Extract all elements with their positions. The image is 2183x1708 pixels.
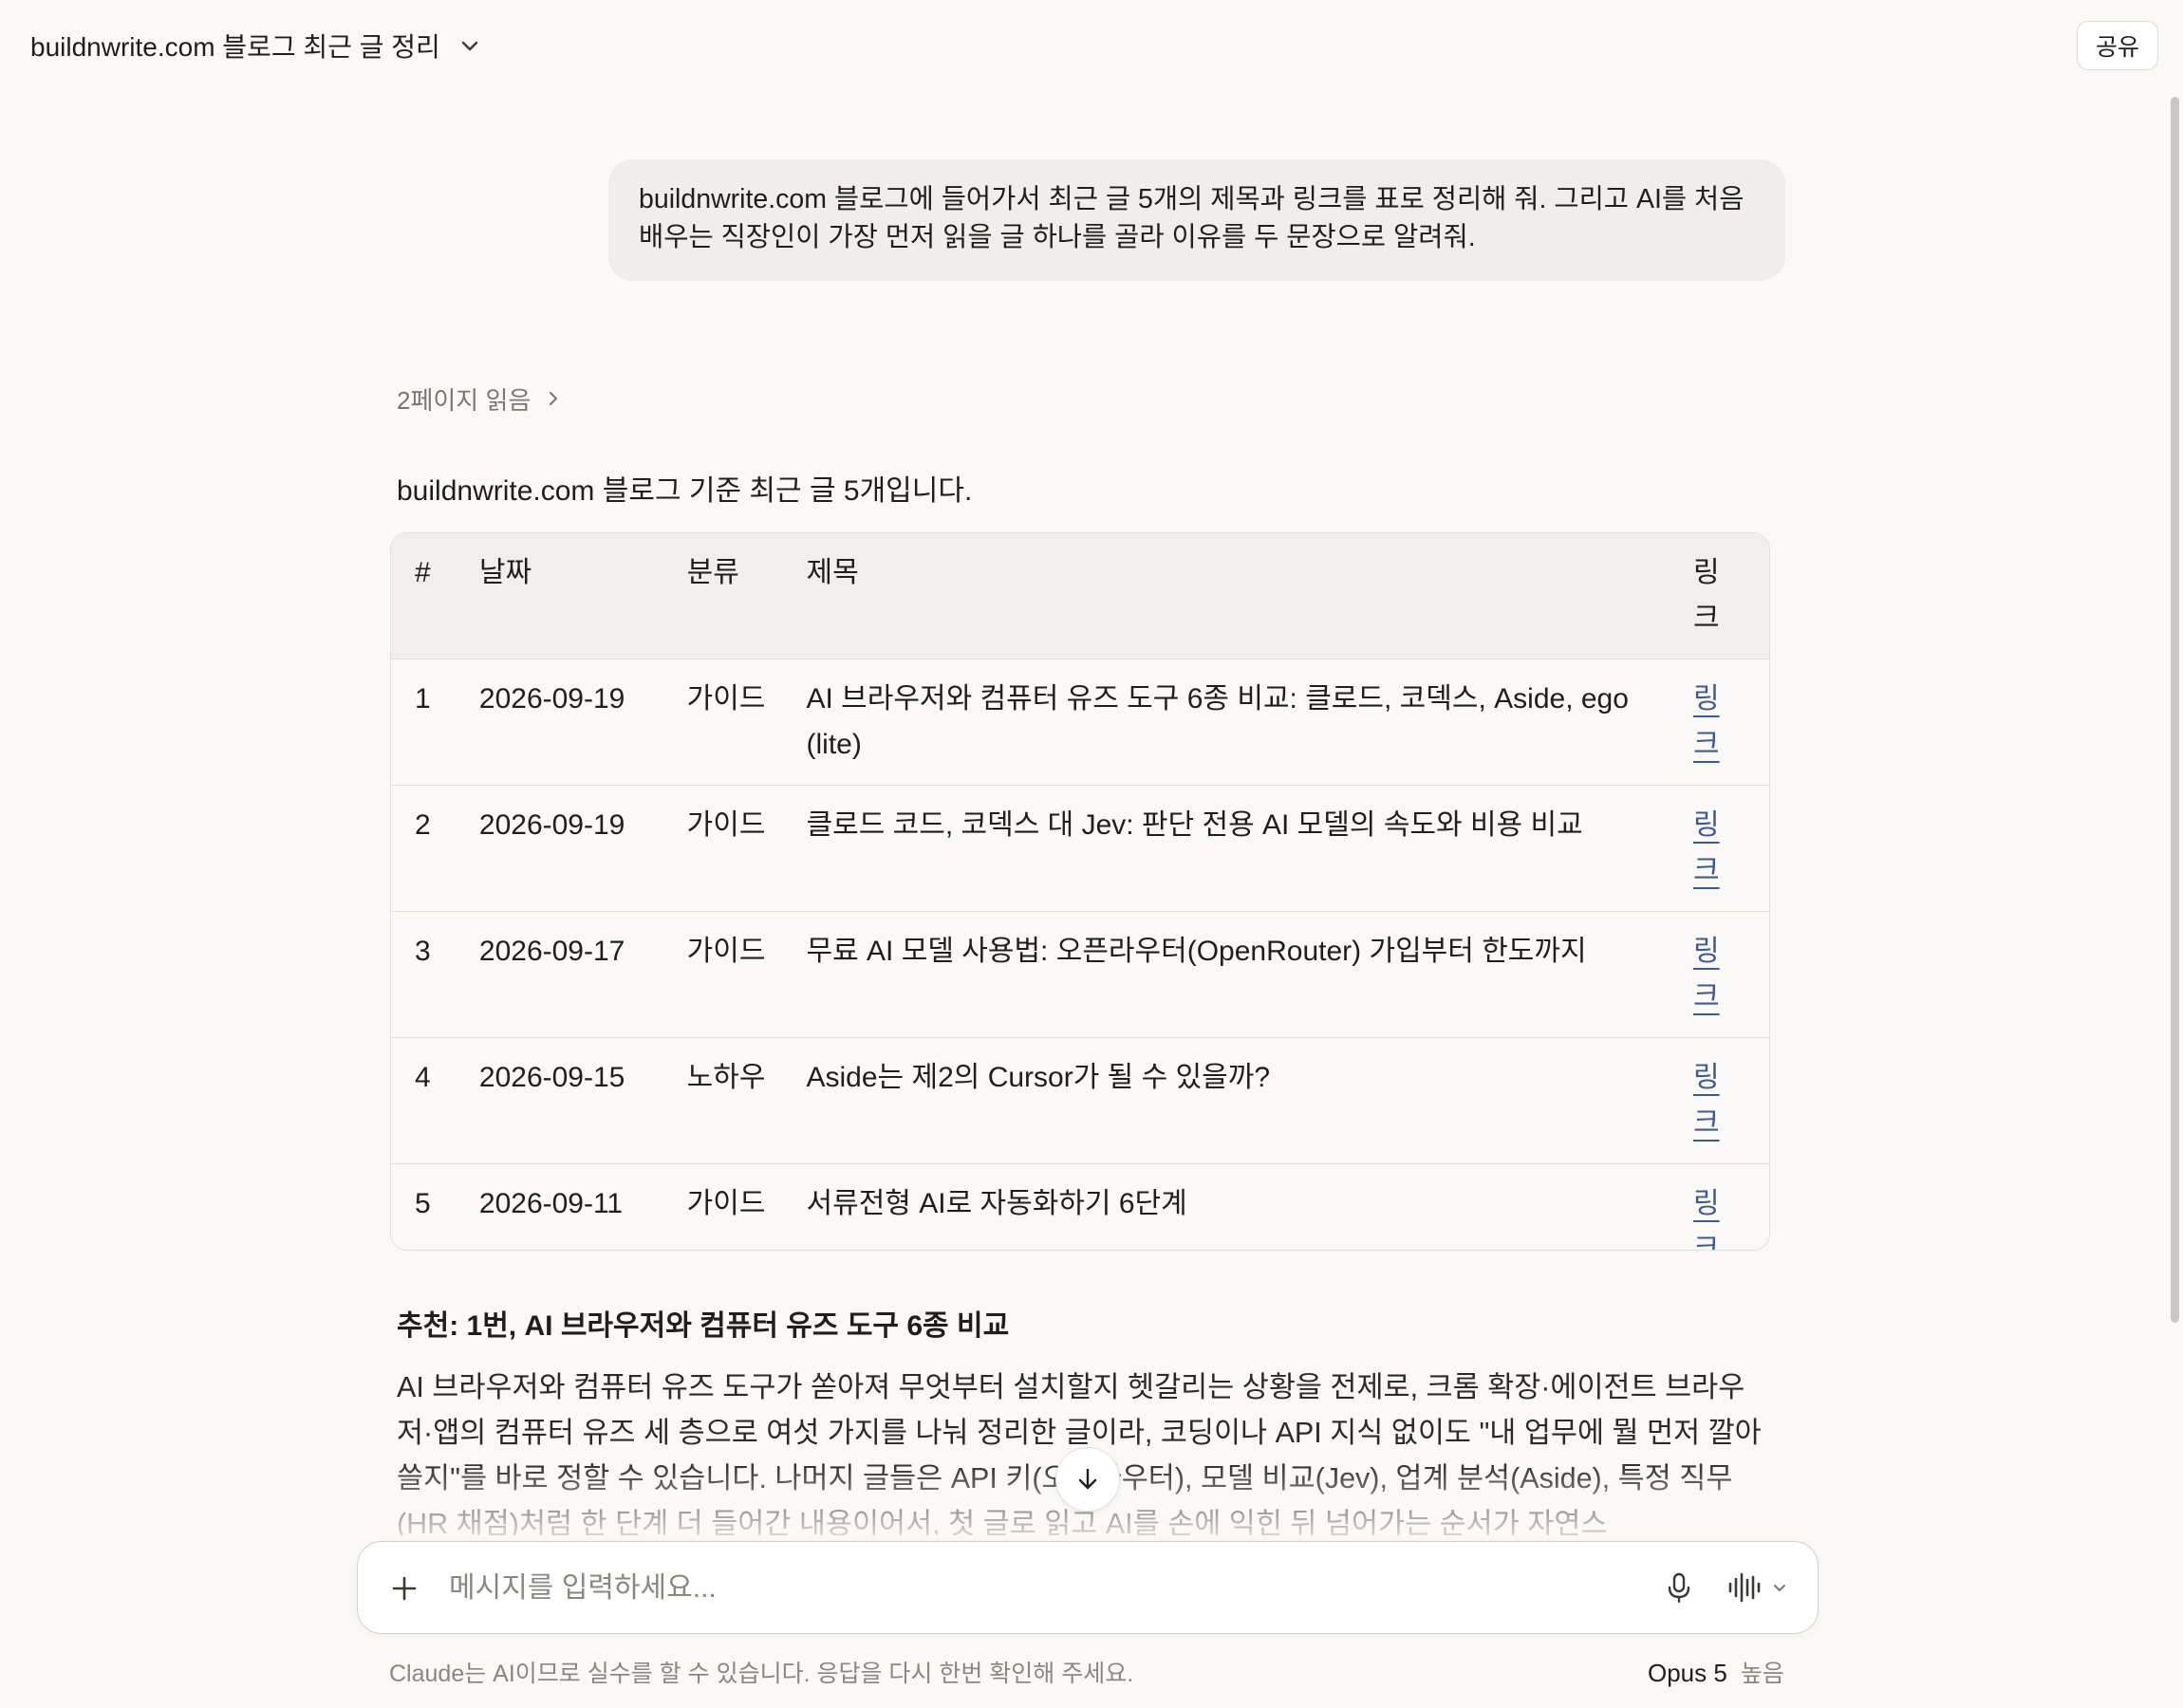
- table-row: 1 2026-09-19 가이드 AI 브라우저와 컴퓨터 유즈 도구 6종 비…: [391, 659, 1769, 786]
- plus-icon: [386, 1570, 422, 1606]
- user-message-line: 배우는 직장인이 가장 먼저 읽을 글 하나를 골라 이유를 두 문장으로 알려…: [639, 222, 1476, 252]
- row-category: 가이드: [686, 911, 807, 1038]
- post-link[interactable]: 링크: [1693, 809, 1720, 886]
- row-date: 2026-09-19: [478, 659, 687, 786]
- column-header-date: 날짜: [478, 533, 687, 659]
- row-title: AI 브라우저와 컴퓨터 유즈 도구 6종 비교: 클로드, 코덱스, Asid…: [806, 659, 1693, 786]
- row-date: 2026-09-11: [478, 1188, 624, 1219]
- microphone-icon: [1660, 1569, 1698, 1606]
- row-category: 가이드: [686, 659, 807, 786]
- row-number: 4: [391, 1037, 479, 1164]
- share-button[interactable]: 공유: [2077, 21, 2158, 70]
- post-link[interactable]: 링크: [1693, 1062, 1720, 1139]
- row-category: 노하우: [686, 1037, 807, 1164]
- row-category: 가이드: [686, 1188, 766, 1219]
- model-name: Opus 5: [1648, 1659, 1727, 1687]
- table-header-row: # 날짜 분류 제목 링크: [391, 533, 1769, 659]
- chevron-right-icon: [546, 389, 561, 408]
- row-title: 서류전형 AI로 자동화하기 6단계: [806, 1188, 1187, 1219]
- table-row: 2 2026-09-19 가이드 클로드 코드, 코덱스 대 Jev: 판단 전…: [391, 785, 1769, 912]
- row-title: Aside는 제2의 Cursor가 될 수 있을까?: [806, 1037, 1693, 1164]
- dictation-button[interactable]: [1660, 1569, 1698, 1606]
- row-number: 1: [391, 659, 479, 786]
- model-effort: 높음: [1740, 1661, 1784, 1687]
- chat-title-menu[interactable]: buildnwrite.com 블로그 최근 글 정리: [30, 25, 482, 66]
- post-link[interactable]: 링크: [1693, 683, 1720, 760]
- row-number: 2: [391, 785, 479, 912]
- user-message: buildnwrite.com 블로그에 들어가서 최근 글 5개의 제목과 링…: [608, 159, 1785, 281]
- top-bar: buildnwrite.com 블로그 최근 글 정리 공유: [0, 0, 2183, 91]
- column-header-number: #: [391, 533, 479, 659]
- pages-read-toggle[interactable]: 2페이지 읽음: [397, 381, 561, 416]
- row-number: 5: [415, 1188, 431, 1219]
- table-row: 3 2026-09-17 가이드 무료 AI 모델 사용법: 오픈라우터(Ope…: [391, 911, 1769, 1038]
- chevron-down-icon: [1770, 1578, 1789, 1597]
- pages-read-label: 2페이지 읽음: [397, 385, 532, 415]
- table-row: 5 2026-09-11 가이드 서류전형 AI로 자동화하기 6단계 링크: [391, 1164, 1769, 1250]
- scrollbar[interactable]: [2171, 97, 2179, 1323]
- message-composer: [357, 1541, 1819, 1634]
- row-date: 2026-09-19: [478, 785, 687, 912]
- arrow-down-icon: [1073, 1465, 1102, 1494]
- response-intro: buildnwrite.com 블로그 기준 최근 글 5개입니다.: [397, 475, 973, 507]
- posts-table: # 날짜 분류 제목 링크 1 2026-09-19 가이드 AI 브라우저와 …: [390, 532, 1770, 1251]
- scroll-to-bottom-button[interactable]: [1055, 1447, 1120, 1512]
- row-date: 2026-09-17: [478, 911, 687, 1038]
- table-row: 4 2026-09-15 노하우 Aside는 제2의 Cursor가 될 수 …: [391, 1037, 1769, 1164]
- disclaimer: Claude는 AI이므로 실수를 할 수 있습니다. 응답을 다시 한번 확인…: [389, 1661, 1134, 1687]
- recommendation-heading: 추천: 1번, AI 브라우저와 컴퓨터 유즈 도구 6종 비교: [397, 1310, 1010, 1342]
- user-message-line: buildnwrite.com 블로그에 들어가서 최근 글 5개의 제목과 링…: [639, 184, 1745, 214]
- post-link[interactable]: 링크: [1693, 1188, 1720, 1250]
- row-date: 2026-09-15: [478, 1037, 687, 1164]
- chat-title: buildnwrite.com 블로그 최근 글 정리: [30, 32, 440, 62]
- message-input[interactable]: [449, 1565, 1588, 1612]
- column-header-title: 제목: [806, 533, 1693, 659]
- post-link[interactable]: 링크: [1693, 936, 1720, 1012]
- row-number: 3: [391, 911, 479, 1038]
- row-title: 클로드 코드, 코덱스 대 Jev: 판단 전용 AI 모델의 속도와 비용 비…: [806, 785, 1693, 912]
- add-attachment-button[interactable]: [386, 1570, 422, 1606]
- chevron-down-icon: [457, 33, 482, 58]
- model-selector[interactable]: Opus 5 높음: [1648, 1655, 1784, 1689]
- voice-waveform-icon: [1725, 1569, 1763, 1606]
- row-title: 무료 AI 모델 사용법: 오픈라우터(OpenRouter) 가입부터 한도까…: [806, 911, 1693, 1038]
- row-category: 가이드: [686, 785, 807, 912]
- voice-mode-button[interactable]: [1725, 1569, 1801, 1606]
- column-header-link: 링크: [1693, 533, 1769, 659]
- column-header-category: 분류: [686, 533, 807, 659]
